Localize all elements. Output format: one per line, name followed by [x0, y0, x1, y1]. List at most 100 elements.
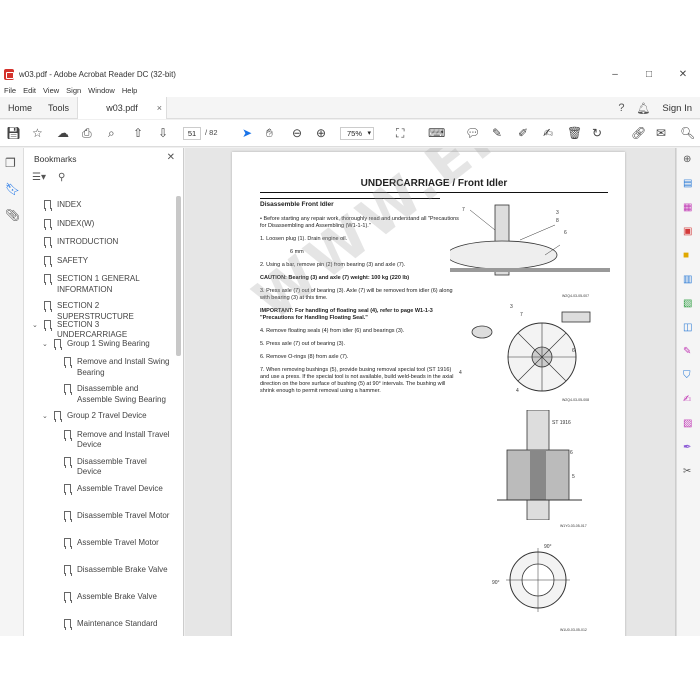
- link-icon[interactable]: 🔗︎: [631, 125, 646, 142]
- bookmark-item[interactable]: Maintenance Standard: [24, 615, 174, 636]
- attachments-icon[interactable]: 📎︎: [5, 208, 20, 222]
- bookmark-item[interactable]: Assemble Travel Motor: [24, 534, 174, 561]
- combine-files-icon[interactable]: ▥: [683, 274, 692, 285]
- save-icon[interactable]: 💾︎: [6, 125, 21, 142]
- bookmark-item[interactable]: Disassemble and Assemble Swing Bearing: [24, 380, 174, 407]
- menu-view[interactable]: View: [43, 86, 59, 95]
- keyboard-icon[interactable]: ⌨: [428, 125, 445, 142]
- scan-icon[interactable]: ◫: [683, 322, 692, 333]
- zoom-out-icon[interactable]: ⊖: [292, 125, 302, 142]
- delete-icon[interactable]: 🗑︎: [567, 125, 582, 142]
- page-thumbnails-icon[interactable]: ❐: [5, 156, 16, 170]
- protect-icon[interactable]: ⛉: [683, 370, 691, 381]
- bookmark-item[interactable]: Disassemble Travel Motor: [24, 507, 174, 534]
- bookmark-icon: [44, 319, 51, 329]
- bookmark-item[interactable]: Disassemble Travel Device: [24, 453, 174, 480]
- bookmark-label: Group 1 Swing Bearing: [67, 338, 150, 348]
- figure-idler-axle: [450, 204, 610, 276]
- bookmark-item[interactable]: Assemble Brake Valve: [24, 588, 174, 615]
- figure-code: W1U0-03-05-012: [560, 628, 587, 632]
- bookmark-icon: [44, 200, 51, 209]
- bookmark-item[interactable]: SECTION 2 SUPERSTRUCTURE: [24, 297, 174, 321]
- select-cursor-icon[interactable]: ➤: [242, 125, 252, 142]
- new-bookmark-icon[interactable]: ⚲: [58, 172, 65, 183]
- more-tools-icon[interactable]: ✂: [683, 466, 691, 477]
- zoom-select[interactable]: 75%: [340, 127, 374, 140]
- print-icon[interactable]: ⎙: [82, 125, 92, 142]
- sign-in-button[interactable]: Sign In: [662, 103, 692, 114]
- email-icon[interactable]: ✉: [656, 125, 666, 142]
- expand-chevron-icon[interactable]: ⌄: [42, 340, 48, 348]
- compress-icon[interactable]: ▧: [683, 298, 692, 309]
- bookmark-item[interactable]: Disassemble Brake Valve: [24, 561, 174, 588]
- document-view[interactable]: UNDERCARRIAGE / Front Idler Disassemble …: [185, 148, 675, 636]
- minimize-button[interactable]: –: [598, 64, 632, 84]
- notification-bell-icon[interactable]: 🔔︎: [636, 102, 650, 115]
- menu-bar: File Edit View Sign Window Help: [0, 84, 700, 97]
- menu-edit[interactable]: Edit: [23, 86, 36, 95]
- zoom-in-icon[interactable]: ⊕: [316, 125, 326, 142]
- figure-label: 3: [510, 304, 513, 310]
- bookmark-icon: [64, 510, 71, 520]
- menu-sign[interactable]: Sign: [66, 86, 81, 95]
- highlight-pen-icon[interactable]: ✎: [492, 125, 502, 142]
- figure-label: 8: [556, 218, 559, 224]
- bookmark-options-icon[interactable]: ☰▾: [32, 172, 46, 183]
- page-number-input[interactable]: 51: [183, 127, 201, 140]
- bookmark-item[interactable]: SAFETY: [24, 252, 174, 271]
- figure-label: 90°: [544, 544, 552, 550]
- upload-cloud-icon[interactable]: ☁: [57, 125, 69, 142]
- hand-tool-icon[interactable]: ✋︎: [266, 125, 273, 142]
- comment-tool-icon[interactable]: ■: [683, 250, 689, 261]
- bookmark-icon: [44, 218, 51, 228]
- previous-page-icon[interactable]: ⇧: [133, 125, 143, 142]
- zoom-tool-icon[interactable]: ⊕: [683, 154, 691, 165]
- bookmarks-scrollbar[interactable]: [176, 196, 181, 356]
- draw-icon[interactable]: ✐: [518, 125, 528, 142]
- bookmark-icon: [44, 301, 51, 311]
- bookmark-item[interactable]: Remove and Install Travel Device: [24, 426, 174, 453]
- bookmarks-panel: Bookmarks ✕ ☰▾ ⚲ INDEX INDEX(W) INTRODUCTI…: [24, 148, 184, 636]
- next-page-icon[interactable]: ⇩: [158, 125, 168, 142]
- bookmarks-panel-icon[interactable]: 🔖︎: [5, 182, 20, 196]
- fit-page-icon[interactable]: ⛶: [396, 125, 404, 142]
- search-doc-icon[interactable]: 🔍︎: [680, 125, 695, 142]
- send-for-signature-icon[interactable]: ✍︎: [683, 394, 691, 405]
- comment-icon[interactable]: 💬︎: [465, 125, 480, 142]
- expand-chevron-icon[interactable]: ⌄: [42, 412, 48, 420]
- expand-chevron-icon[interactable]: ⌄: [32, 321, 38, 329]
- bookmarks-close-icon[interactable]: ✕: [167, 152, 175, 163]
- bookmark-label: Disassemble Brake Valve: [77, 564, 168, 574]
- maximize-button[interactable]: □: [632, 64, 666, 84]
- sign-icon[interactable]: ✍︎: [543, 125, 553, 142]
- tab-tools[interactable]: Tools: [40, 97, 77, 119]
- menu-file[interactable]: File: [4, 86, 16, 95]
- bookmark-item[interactable]: INDEX: [24, 196, 174, 215]
- organize-pages-icon[interactable]: ▦: [683, 202, 692, 213]
- close-window-button[interactable]: ✕: [666, 64, 700, 84]
- search-icon[interactable]: ⌕: [108, 125, 115, 142]
- rotate-icon[interactable]: ↻: [592, 125, 602, 142]
- tab-close-icon[interactable]: ×: [157, 103, 162, 113]
- figure-label: 6: [572, 348, 575, 354]
- export-pdf-icon[interactable]: ▣: [683, 226, 692, 237]
- certificates-icon[interactable]: ✒: [683, 442, 691, 453]
- bookmark-item[interactable]: ⌄ Group 1 Swing Bearing: [24, 335, 174, 354]
- bookmark-star-icon[interactable]: ☆: [32, 125, 43, 142]
- menu-window[interactable]: Window: [88, 86, 115, 95]
- bookmark-item[interactable]: ⌄ SECTION 3 UNDERCARRIAGE: [24, 316, 174, 339]
- bookmark-item[interactable]: SECTION 1 GENERAL INFORMATION: [24, 270, 174, 297]
- bookmark-item[interactable]: Remove and Install Swing Bearing: [24, 353, 174, 380]
- tab-document[interactable]: w03.pdf ×: [77, 96, 168, 119]
- acrobat-window: w03.pdf - Adobe Acrobat Reader DC (32-bi…: [0, 64, 700, 636]
- bookmark-item[interactable]: INTRODUCTION: [24, 233, 174, 252]
- menu-help[interactable]: Help: [122, 86, 137, 95]
- bookmark-item[interactable]: ⌄ Group 2 Travel Device: [24, 407, 174, 426]
- bookmark-item[interactable]: INDEX(W): [24, 215, 174, 234]
- request-signature-icon[interactable]: ▨: [683, 418, 692, 429]
- bookmark-item[interactable]: Assemble Travel Device: [24, 480, 174, 507]
- fill-sign-icon[interactable]: ✎: [683, 346, 691, 357]
- help-icon[interactable]: ?: [618, 102, 624, 114]
- create-pdf-icon[interactable]: ▤: [683, 178, 692, 189]
- tab-home[interactable]: Home: [0, 97, 40, 119]
